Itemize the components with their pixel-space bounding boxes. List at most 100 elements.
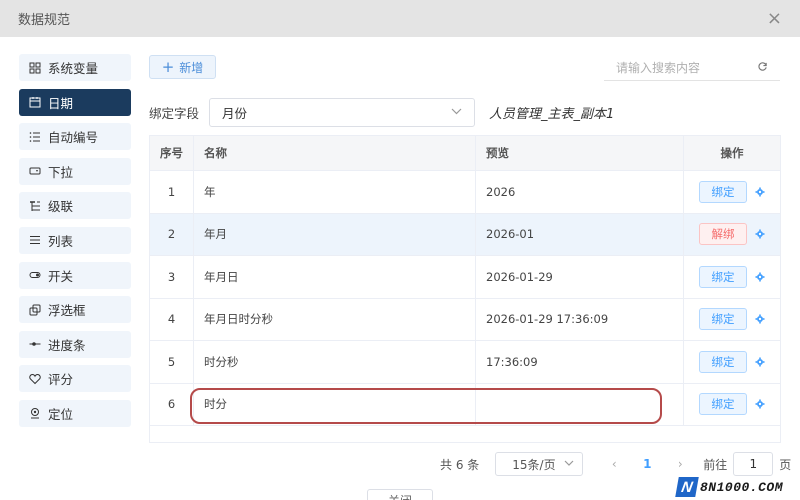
row-name: 年 <box>194 171 476 213</box>
dialog-titlebar: 数据规范 × <box>0 0 800 37</box>
row-name: 年月 <box>194 213 476 255</box>
bind-button[interactable]: 绑定 <box>699 180 747 203</box>
header-name: 名称 <box>194 136 476 170</box>
sidebar-item-label: 定位 <box>48 406 74 422</box>
page-size-value: 15条/页 <box>512 457 556 472</box>
sidebar: 系统变量 日期 自动编号 下拉 级联 列表 开关 浮选框 进度条 评分 定位 <box>19 54 131 435</box>
table-empty-area <box>149 425 781 443</box>
page-number-current[interactable]: 1 <box>629 457 665 471</box>
bind-button[interactable]: 绑定 <box>699 350 747 373</box>
bind-button[interactable]: 绑定 <box>699 308 747 331</box>
progress-icon <box>29 338 41 350</box>
row-no: 5 <box>150 341 194 383</box>
site-watermark: N 8N1000.COM <box>675 476 799 498</box>
list-icon <box>29 234 41 246</box>
toggle-icon <box>29 269 41 281</box>
goto-box <box>733 452 774 476</box>
sidebar-item-label: 系统变量 <box>48 61 99 76</box>
sidebar-item-label: 开关 <box>48 268 74 284</box>
sidebar-item-popup-select[interactable]: 浮选框 <box>19 296 131 324</box>
sidebar-item-progress[interactable]: 进度条 <box>19 330 131 358</box>
sidebar-item-date[interactable]: 日期 <box>19 88 131 116</box>
watermark-logo-letter: N <box>675 477 699 497</box>
goto-label: 前往 <box>703 457 728 472</box>
bind-button[interactable]: 绑定 <box>699 265 747 288</box>
prev-page-button[interactable]: ‹ <box>599 457 629 471</box>
table-header: 序号 名称 预览 操作 <box>150 136 780 171</box>
row-preview: 2026-01-29 <box>476 256 684 298</box>
next-page-button[interactable]: › <box>665 457 695 471</box>
close-icon[interactable]: × <box>767 9 782 28</box>
row-preview: 2026-01 <box>476 213 684 255</box>
bind-field-row: 绑定字段 月份 人员管理_主表_副本1 <box>149 97 614 127</box>
table-row: 2 年月 2026-01 解绑 <box>150 213 780 256</box>
sidebar-item-label: 进度条 <box>48 337 86 353</box>
header-op: 操作 <box>720 146 744 160</box>
watermark-text: 8N1000.COM <box>700 479 784 495</box>
row-name: 时分秒 <box>194 341 476 383</box>
row-name: 年月日时分秒 <box>194 298 476 340</box>
sidebar-item-label: 浮选框 <box>48 303 86 319</box>
table-row: 4 年月日时分秒 2026-01-29 17:36:09 绑定 <box>150 298 780 341</box>
gear-icon[interactable] <box>755 272 765 282</box>
dialog-title: 数据规范 <box>18 13 71 28</box>
calendar-icon <box>29 96 41 108</box>
row-name: 年月日 <box>194 256 476 298</box>
sidebar-item-label: 级联 <box>48 199 74 215</box>
row-actions: 解绑 <box>684 214 780 256</box>
header-preview: 预览 <box>476 136 684 170</box>
sidebar-item-cascade[interactable]: 级联 <box>19 192 131 220</box>
close-dialog-button[interactable]: 关闭 <box>367 489 433 500</box>
sidebar-item-rating[interactable]: 评分 <box>19 365 131 393</box>
table-row: 1 年 2026 绑定 <box>150 171 780 214</box>
row-no: 4 <box>150 298 194 340</box>
sidebar-item-label: 下拉 <box>48 164 74 180</box>
numbered-list-icon <box>29 131 41 143</box>
sidebar-item-label: 评分 <box>48 372 74 388</box>
goto-page-input[interactable] <box>738 457 769 471</box>
chevron-down-icon <box>564 459 574 469</box>
row-no: 1 <box>150 171 194 213</box>
sidebar-item-location[interactable]: 定位 <box>19 399 131 427</box>
sidebar-item-system-variable[interactable]: 系统变量 <box>19 54 131 81</box>
table-row: 6 时分 绑定 <box>150 383 780 426</box>
unbind-button[interactable]: 解绑 <box>699 223 747 246</box>
heart-icon <box>29 373 41 385</box>
date-format-table: 序号 名称 预览 操作 1 年 2026 绑定 2 年月 2026-01 解绑 3 年月日 2026… <box>149 135 781 426</box>
sidebar-item-auto-number[interactable]: 自动编号 <box>19 123 131 151</box>
sidebar-item-label: 日期 <box>48 95 74 111</box>
sidebar-item-switch[interactable]: 开关 <box>19 261 131 289</box>
bind-field-select[interactable]: 月份 <box>209 97 475 127</box>
row-preview: 2026-01-29 17:36:09 <box>476 298 684 340</box>
add-button[interactable]: + 新增 <box>149 55 216 79</box>
gear-icon[interactable] <box>755 314 765 324</box>
pagination: 共 6 条 15条/页 ‹ 1 › 前往 页 <box>440 451 791 477</box>
sidebar-item-list[interactable]: 列表 <box>19 226 131 254</box>
cascade-icon <box>29 200 41 212</box>
bind-button[interactable]: 绑定 <box>699 393 747 416</box>
bind-field-label: 绑定字段 <box>149 105 200 121</box>
search-box <box>604 55 780 81</box>
row-actions: 绑定 <box>684 256 780 298</box>
row-name: 时分 <box>194 383 476 425</box>
dropdown-icon <box>29 165 41 177</box>
gear-icon[interactable] <box>755 399 765 409</box>
row-actions: 绑定 <box>684 299 780 341</box>
popup-select-icon <box>29 304 41 316</box>
row-actions: 绑定 <box>684 171 780 213</box>
sidebar-item-dropdown[interactable]: 下拉 <box>19 157 131 185</box>
row-no: 6 <box>150 383 194 425</box>
gear-icon[interactable] <box>755 187 765 197</box>
refresh-icon[interactable] <box>757 61 768 75</box>
row-no: 2 <box>150 213 194 255</box>
row-preview: 2026 <box>476 171 684 213</box>
gear-icon[interactable] <box>755 229 765 239</box>
table-row: 3 年月日 2026-01-29 绑定 <box>150 256 780 299</box>
sidebar-item-label: 自动编号 <box>48 130 99 146</box>
add-button-label: 新增 <box>179 60 204 75</box>
gear-icon[interactable] <box>755 357 765 367</box>
page-size-select[interactable]: 15条/页 <box>495 452 584 476</box>
search-input[interactable] <box>616 60 754 75</box>
row-preview <box>476 383 684 425</box>
header-no: 序号 <box>150 136 194 170</box>
